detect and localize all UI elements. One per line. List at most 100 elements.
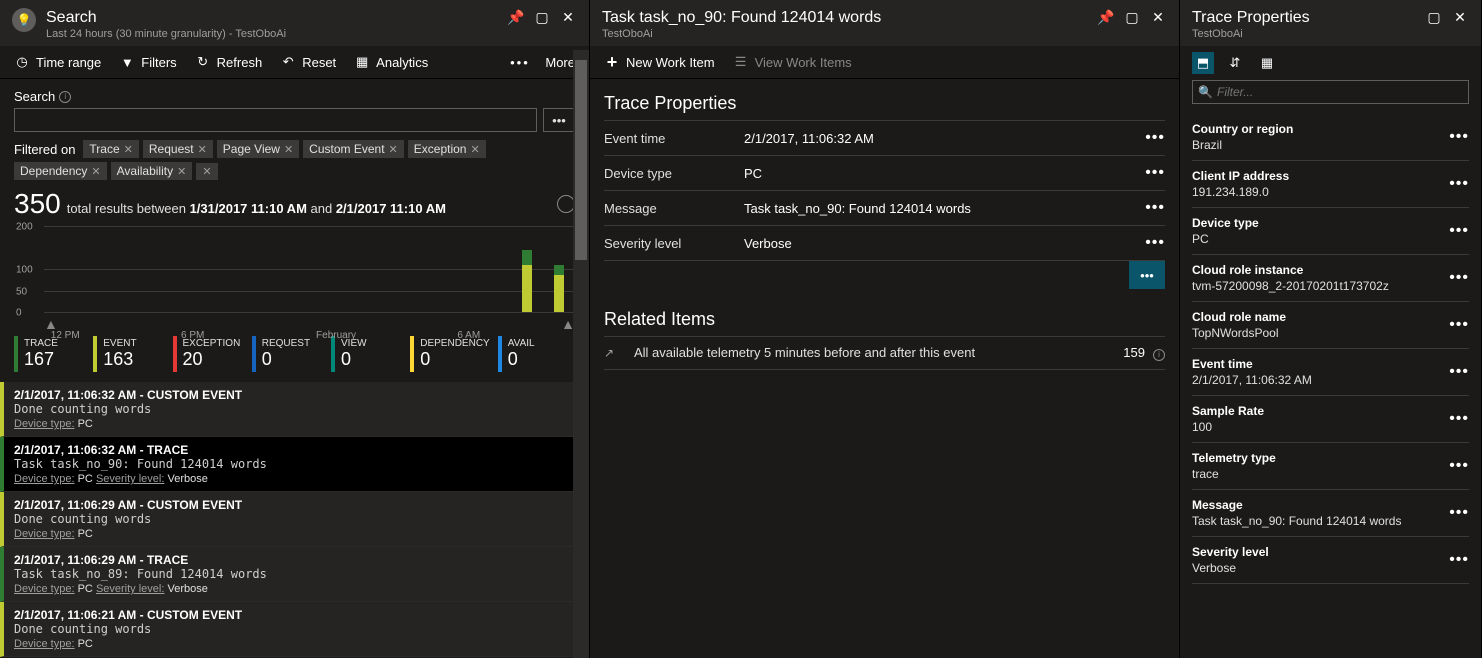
property-label: Message [1192,498,1445,512]
log-item[interactable]: 2/1/2017, 11:06:21 AM - CUSTOM EVENTDone… [0,602,589,657]
trace-property-row: Client IP address191.234.189.0••• [1192,161,1469,208]
trace-property-row: Telemetry typetrace••• [1192,443,1469,490]
property-actions-button[interactable]: ••• [1445,363,1469,381]
close-icon[interactable]: ✕ [559,8,577,26]
log-message: Task task_no_89: Found 124014 words [14,567,579,581]
property-actions-button[interactable]: ••• [1445,222,1469,240]
properties-table: Event time2/1/2017, 11:06:32 AM•••Device… [604,120,1165,261]
filter-chip[interactable]: Page View ✕ [217,140,299,158]
property-value: TopNWordsPool [1192,326,1445,340]
refresh-button[interactable]: ↻Refresh [195,54,263,70]
time-range-button[interactable]: ◷Time range [14,54,101,70]
filter-chip[interactable]: Dependency ✕ [14,162,107,180]
filter-chip[interactable]: Exception ✕ [408,140,486,158]
property-actions-button[interactable]: ••• [1141,234,1165,252]
chip-remove-icon[interactable]: ✕ [124,143,133,156]
filters-button[interactable]: ▼Filters [119,54,176,70]
reset-button[interactable]: ↶Reset [280,54,336,70]
property-actions-button[interactable]: ••• [1445,269,1469,287]
metric-value: 163 [103,349,164,370]
property-actions-button[interactable]: ••• [1141,129,1165,147]
chip-remove-icon[interactable]: ✕ [389,143,398,156]
log-item[interactable]: 2/1/2017, 11:06:32 AM - CUSTOM EVENTDone… [0,382,589,437]
view-work-items-button[interactable]: ☰View Work Items [733,54,852,70]
more-properties-button[interactable]: ••• [1129,261,1165,289]
pin-icon[interactable]: 📌 [1097,8,1115,26]
property-actions-button[interactable]: ••• [1445,175,1469,193]
panel-header: Task task_no_90: Found 124014 words Test… [590,0,1179,46]
maximize-icon[interactable]: ▢ [533,8,551,26]
log-meta: Device type: PC Severity level: Verbose [14,583,579,595]
metric-view[interactable]: VIEW0 [331,336,408,372]
property-actions-button[interactable]: ••• [1445,551,1469,569]
chip-remove-icon[interactable]: ✕ [202,165,211,178]
bulb-icon: 💡 [12,8,36,32]
log-item[interactable]: 2/1/2017, 11:06:29 AM - CUSTOM EVENTDone… [0,492,589,547]
properties-filter-input[interactable] [1192,80,1469,104]
metric-request[interactable]: REQUEST0 [252,336,329,372]
scrollbar-thumb[interactable] [575,60,587,260]
property-label: Sample Rate [1192,404,1445,418]
property-label: Country or region [1192,122,1445,136]
metric-exception[interactable]: EXCEPTION20 [173,336,250,372]
close-icon[interactable]: ✕ [1451,8,1469,26]
info-icon[interactable]: i [1153,349,1165,361]
maximize-icon[interactable]: ▢ [1425,8,1443,26]
metric-avail[interactable]: AVAIL0 [498,336,575,372]
filter-chip-extra[interactable]: ✕ [196,163,217,180]
metric-dependency[interactable]: DEPENDENCY0 [410,336,495,372]
chip-remove-icon[interactable]: ✕ [91,165,100,178]
chip-remove-icon[interactable]: ✕ [198,143,207,156]
properties-panel: Trace Properties TestOboAi ▢ ✕ ⬒ ⇵ ▦ 🔍 C… [1180,0,1482,658]
property-actions-button[interactable]: ••• [1445,410,1469,428]
property-value: PC [1192,232,1445,246]
filtered-on-label: Filtered on [14,142,75,157]
property-actions-button[interactable]: ••• [1141,164,1165,182]
log-item[interactable]: 2/1/2017, 11:06:29 AM - TRACETask task_n… [0,547,589,602]
analytics-button[interactable]: ▦Analytics [354,54,428,70]
search-label: Search [14,89,55,104]
property-actions-button[interactable]: ••• [1445,457,1469,475]
chip-remove-icon[interactable]: ✕ [284,143,293,156]
log-header: 2/1/2017, 11:06:32 AM - TRACE [14,443,579,457]
property-label: Client IP address [1192,169,1445,183]
pin-icon[interactable]: 📌 [507,8,525,26]
property-actions-button[interactable]: ••• [1445,316,1469,334]
property-value: Verbose [744,236,1141,251]
metric-event[interactable]: EVENT163 [93,336,170,372]
chip-label: Exception [414,142,467,156]
chip-remove-icon[interactable]: ✕ [177,165,186,178]
chip-remove-icon[interactable]: ✕ [470,143,479,156]
properties-toolbar: ⬒ ⇵ ▦ [1180,46,1481,80]
metric-value: 0 [341,349,402,370]
property-actions-button[interactable]: ••• [1445,504,1469,522]
property-key: Device type [604,166,744,181]
metric-value: 167 [24,349,85,370]
view-mode-1-button[interactable]: ⬒ [1192,52,1214,74]
view-mode-2-button[interactable]: ⇵ [1224,52,1246,74]
scrollbar[interactable] [573,50,589,658]
filter-chip[interactable]: Custom Event ✕ [303,140,404,158]
filter-chip[interactable]: Availability ✕ [111,162,193,180]
metric-label: EVENT [103,338,164,349]
property-actions-button[interactable]: ••• [1445,128,1469,146]
log-meta: Device type: PC [14,528,579,540]
related-item-row[interactable]: ↗ All available telemetry 5 minutes befo… [604,336,1165,370]
search-icon: 🔍 [1198,85,1213,99]
info-icon[interactable]: i [59,91,71,103]
maximize-icon[interactable]: ▢ [1123,8,1141,26]
metric-trace[interactable]: TRACE167 [14,336,91,372]
property-label: Cloud role name [1192,310,1445,324]
new-work-item-button[interactable]: +New Work Item [604,54,715,70]
property-actions-button[interactable]: ••• [1141,199,1165,217]
search-more-button[interactable]: ••• [543,108,575,132]
filter-chip[interactable]: Trace ✕ [83,140,138,158]
results-chart[interactable]: 05010020012 PM6 PMFebruary6 AM▲▲ [14,226,575,326]
filter-chip[interactable]: Request ✕ [143,140,213,158]
close-icon[interactable]: ✕ [1149,8,1167,26]
trace-property-row: Device typePC••• [1192,208,1469,255]
more-button[interactable]: ••• More [510,55,575,70]
view-mode-3-button[interactable]: ▦ [1256,52,1278,74]
search-input[interactable] [14,108,537,132]
log-item[interactable]: 2/1/2017, 11:06:32 AM - TRACETask task_n… [0,437,589,492]
